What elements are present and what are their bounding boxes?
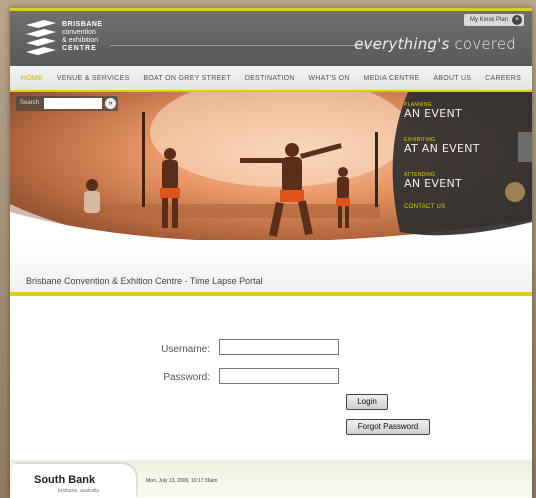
search-bar: Search »	[16, 96, 118, 111]
hero-banner: Search » PLANNING AN EVENT EXHIBITING AT…	[10, 92, 532, 242]
logo-line-1: BRISBANE	[62, 21, 103, 28]
search-input[interactable]	[44, 98, 102, 109]
password-label: Password:	[163, 372, 210, 383]
search-go-button[interactable]: »	[105, 98, 116, 109]
timestamp: Mon, July 13, 2009, 10:17:36am	[146, 478, 218, 484]
search-label: Search	[20, 100, 40, 106]
close-icon[interactable]: ×	[512, 15, 522, 25]
logo-text: BRISBANE convention & exhibition CENTRE	[62, 21, 103, 53]
nav-item-careers[interactable]: CAREERS	[485, 75, 521, 82]
tagline-prefix: everything's	[354, 35, 450, 53]
logo-line-4: CENTRE	[62, 45, 97, 52]
browser-page: BRISBANE convention & exhibition CENTRE …	[10, 8, 532, 498]
planning-an-event-link[interactable]: PLANNING AN EVENT	[404, 102, 462, 120]
exhibiting-big-label: AT AN EVENT	[404, 142, 480, 155]
username-label: Username:	[161, 344, 210, 355]
password-field[interactable]	[219, 368, 339, 384]
my-kiosk-plan-label: My Kiosk Plan	[469, 17, 508, 23]
logo-line-2: convention	[62, 29, 96, 36]
main-nav: HOME VENUE & SERVICES BOAT ON GREY STREE…	[10, 66, 532, 92]
login-button[interactable]: Login	[346, 394, 388, 410]
forgot-password-button[interactable]: Forgot Password	[346, 419, 430, 435]
nav-item-whats-on[interactable]: WHAT'S ON	[308, 75, 349, 82]
south-bank-logo: South Bank	[34, 474, 96, 486]
nav-item-boat-on-grey-street[interactable]: BOAT ON GREY STREET	[143, 75, 231, 82]
title-divider	[10, 292, 532, 296]
contact-us-link[interactable]: CONTACT US	[404, 204, 445, 210]
tagline-suffix: covered	[449, 35, 516, 53]
logo-mark-icon	[26, 20, 56, 55]
attending-an-event-link[interactable]: ATTENDING AN EVENT	[404, 172, 462, 190]
my-kiosk-plan-button[interactable]: My Kiosk Plan ×	[463, 14, 524, 26]
header-divider	[110, 45, 380, 46]
footer-brand-tab: South Bank brisbane, australia	[12, 464, 136, 498]
attending-big-label: AN EVENT	[404, 177, 463, 190]
tagline: everything's covered	[354, 35, 516, 53]
exhibiting-at-an-event-link[interactable]: EXHIBITING AT AN EVENT	[404, 137, 480, 155]
username-field[interactable]	[219, 339, 339, 355]
event-links-panel: PLANNING AN EVENT EXHIBITING AT AN EVENT…	[382, 92, 532, 242]
nav-item-about-us[interactable]: ABOUT US	[433, 75, 471, 82]
nav-item-home[interactable]: HOME	[21, 75, 43, 82]
footer: South Bank brisbane, australia Mon, July…	[10, 460, 532, 498]
nav-item-venue-services[interactable]: VENUE & SERVICES	[57, 75, 130, 82]
planning-big-label: AN EVENT	[404, 107, 463, 120]
site-header: BRISBANE convention & exhibition CENTRE …	[10, 8, 532, 66]
nav-item-destination[interactable]: DESTINATION	[245, 75, 295, 82]
logo-line-3: & exhibition	[62, 37, 99, 44]
nav-item-media-centre[interactable]: MEDIA CENTRE	[363, 75, 419, 82]
bcec-logo[interactable]: BRISBANE convention & exhibition CENTRE	[24, 17, 134, 61]
south-bank-subtitle: brisbane, australia	[58, 488, 99, 494]
page-title: Brisbane Convention & Exhition Centre - …	[26, 276, 263, 286]
